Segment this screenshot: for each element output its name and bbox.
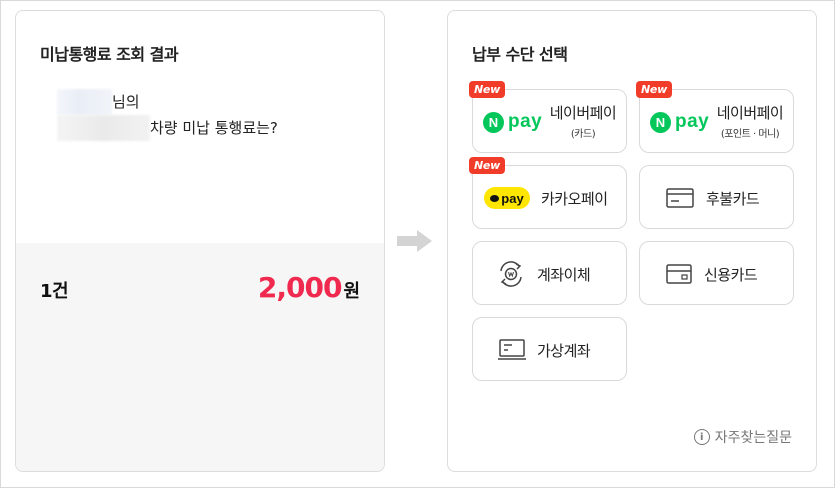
masked-owner-name	[57, 89, 112, 115]
naverpay-wordmark: pay	[675, 111, 710, 132]
naverpay-n-icon: N	[650, 111, 671, 133]
plate-suffix: 차량 미납 통행료는?	[150, 119, 278, 137]
result-card: 미납통행료 조회 결과 님의 차량 미납 통행료는? 1건 2,000 원	[15, 10, 385, 472]
virtual-account-button[interactable]: 가상계좌	[472, 317, 627, 381]
kakaopay-logo: pay	[484, 187, 530, 209]
faq-label: 자주찾는질문	[714, 430, 792, 446]
masked-plate-number	[57, 115, 150, 141]
currency-unit: 원	[343, 281, 360, 302]
naverpay-card-button[interactable]: New N pay 네이버페이 (카드)	[469, 81, 627, 153]
kakaopay-wordmark: pay	[501, 190, 524, 206]
naverpay-point-label: 네이버페이	[716, 104, 784, 122]
kakaopay-button[interactable]: New pay 카카오페이	[469, 157, 627, 229]
new-badge: New	[469, 157, 505, 174]
naverpay-n-icon: N	[483, 111, 504, 133]
payment-method-title: 납부 수단 선택	[472, 45, 568, 64]
naverpay-point-sub: (포인트 · 머니)	[720, 129, 780, 140]
naverpay-logo: N pay	[650, 111, 709, 133]
new-badge: New	[636, 81, 672, 98]
kakaopay-label: 카카오페이	[541, 190, 608, 208]
naverpay-card-sub: (카드)	[570, 129, 596, 140]
virtual-account-label: 가상계좌	[537, 342, 591, 360]
credit-card-button[interactable]: 신용카드	[639, 241, 794, 305]
arrow-right-icon	[397, 230, 432, 252]
card-icon	[666, 188, 694, 208]
plate-line: 차량 미납 통행료는?	[40, 115, 360, 141]
result-title: 미납통행료 조회 결과	[40, 45, 179, 64]
account-transfer-button[interactable]: 계좌이체	[472, 241, 627, 305]
naverpay-card-text: 네이버페이 (카드)	[543, 102, 623, 140]
unpaid-count: 1건	[40, 281, 69, 302]
new-badge: New	[469, 81, 505, 98]
credit-card-icon	[666, 264, 692, 284]
naverpay-logo: N pay	[483, 111, 542, 133]
naverpay-card-label: 네이버페이	[549, 104, 617, 122]
payment-method-card: 납부 수단 선택 New N pay 네이버페이 (카드) New N pay …	[447, 10, 817, 472]
virtual-account-icon	[498, 339, 526, 360]
owner-suffix: 님의	[112, 93, 140, 111]
amount-value: 2,000	[257, 271, 343, 304]
owner-line: 님의	[40, 89, 360, 115]
account-transfer-label: 계좌이체	[537, 266, 591, 284]
credit-card-label: 신용카드	[704, 266, 758, 284]
naverpay-point-text: 네이버페이 (포인트 · 머니)	[710, 102, 790, 140]
result-header: 미납통행료 조회 결과 님의 차량 미납 통행료는?	[16, 11, 384, 243]
naverpay-wordmark: pay	[508, 111, 543, 132]
naverpay-point-button[interactable]: New N pay 네이버페이 (포인트 · 머니)	[636, 81, 794, 153]
faq-link[interactable]: i 자주찾는질문	[693, 427, 792, 447]
deferred-card-label: 후불카드	[706, 190, 760, 208]
info-icon: i	[693, 429, 710, 445]
unpaid-amount: 2,000 원	[258, 271, 360, 304]
kakao-bubble-icon	[490, 194, 500, 202]
deferred-card-button[interactable]: 후불카드	[639, 165, 794, 229]
transfer-icon	[500, 261, 522, 287]
result-summary: 1건 2,000 원	[16, 243, 384, 471]
